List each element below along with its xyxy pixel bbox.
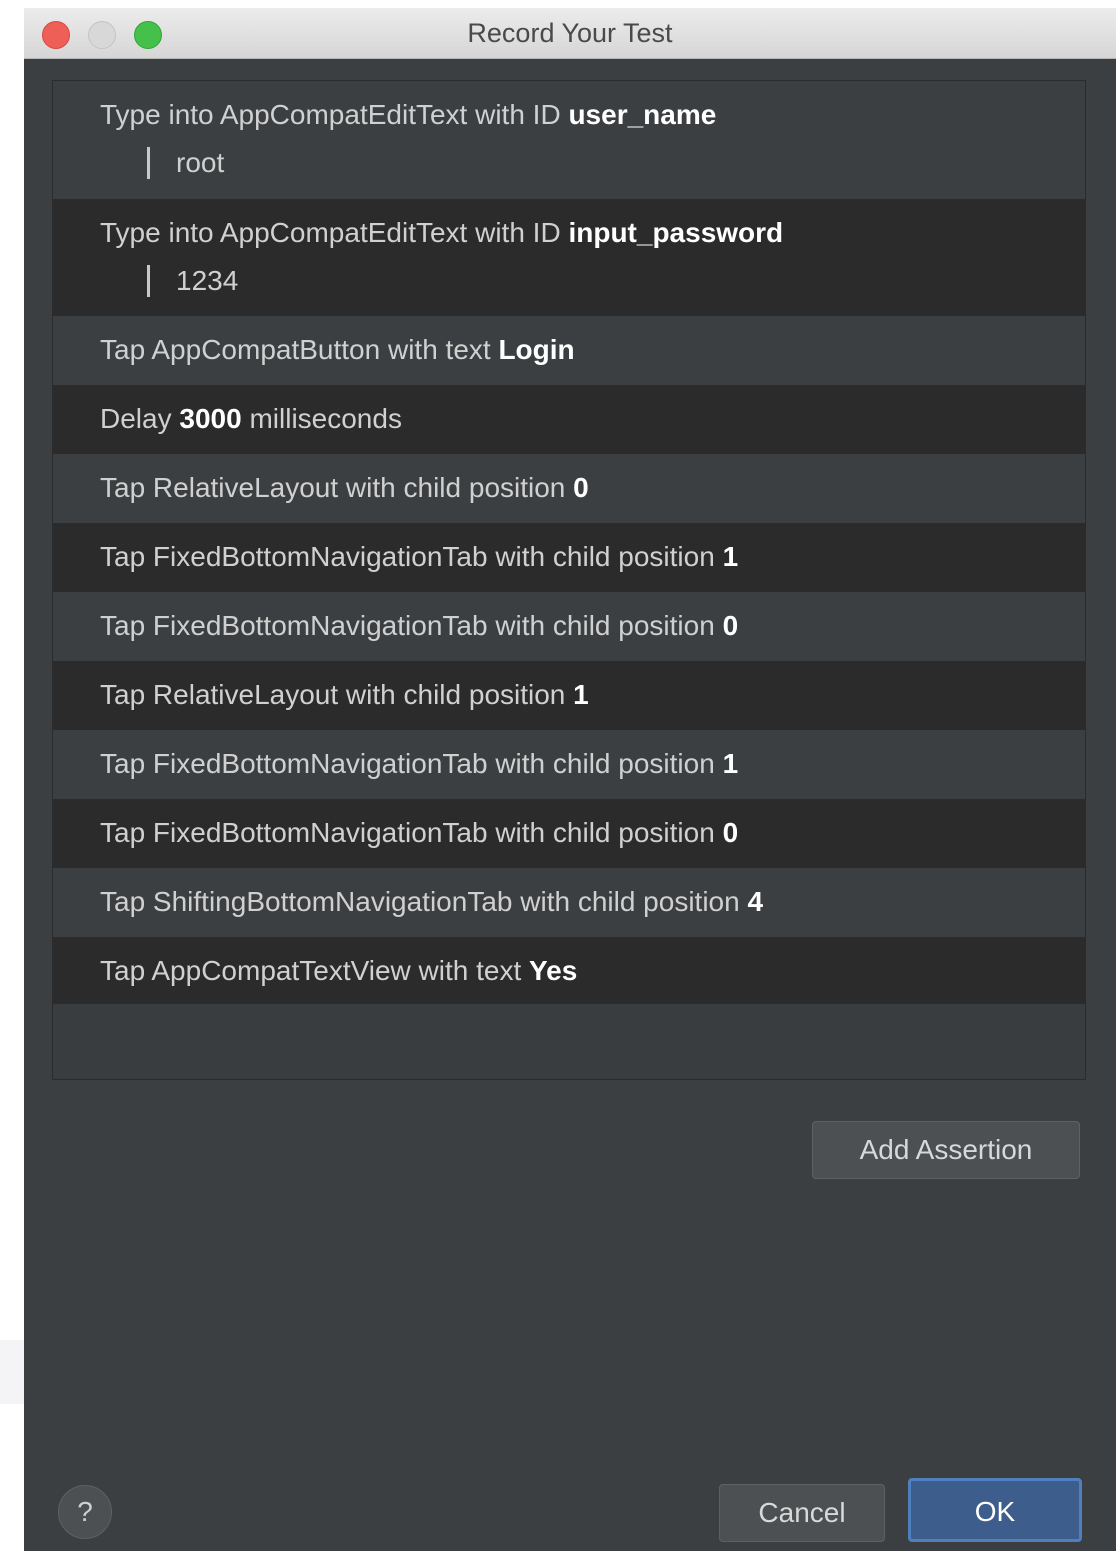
step-text: Tap RelativeLayout with child position 0 <box>100 472 589 503</box>
record-test-dialog: Record Your Test Type into AppCompatEdit… <box>24 8 1116 1551</box>
step-text: Tap RelativeLayout with child position 1 <box>100 679 589 710</box>
step-target: 1 <box>573 679 589 710</box>
step-text: Tap FixedBottomNavigationTab with child … <box>100 748 739 779</box>
dialog-title: Record Your Test <box>467 18 673 48</box>
step-row-tap-fixed-0[interactable]: Tap FixedBottomNavigationTab with child … <box>53 592 1085 661</box>
step-text: Tap ShiftingBottomNavigationTab with chi… <box>100 886 764 917</box>
step-target: 1 <box>722 748 739 779</box>
step-target: 0 <box>722 817 739 848</box>
step-text: Delay 3000 milliseconds <box>100 403 402 434</box>
step-text: Type into AppCompatEditText with ID inpu… <box>100 217 784 248</box>
step-text: Tap AppCompatTextView with text Yes <box>100 955 578 986</box>
help-icon[interactable]: ? <box>58 1485 112 1539</box>
step-text: Tap FixedBottomNavigationTab with child … <box>100 541 739 572</box>
step-input-value: 1234 <box>147 265 238 297</box>
step-text: Tap AppCompatButton with text Login <box>100 334 575 365</box>
step-row-tap-relative-1[interactable]: Tap RelativeLayout with child position 1 <box>53 661 1085 730</box>
step-row-tap-shifting-4[interactable]: Tap ShiftingBottomNavigationTab with chi… <box>53 868 1085 937</box>
step-target: user_name <box>568 99 717 130</box>
step-target: input_password <box>568 217 784 248</box>
step-target: 0 <box>573 472 589 503</box>
step-target: 0 <box>722 610 739 641</box>
step-target: 4 <box>747 886 764 917</box>
step-target: 3000 <box>179 403 242 434</box>
recorded-steps-list[interactable]: Type into AppCompatEditText with ID user… <box>52 80 1086 1080</box>
step-row-tap-fixed-0-b[interactable]: Tap FixedBottomNavigationTab with child … <box>53 799 1085 868</box>
step-row-tap-fixed-1[interactable]: Tap FixedBottomNavigationTab with child … <box>53 523 1085 592</box>
step-text: Tap FixedBottomNavigationTab with child … <box>100 610 739 641</box>
step-text: Type into AppCompatEditText with ID user… <box>100 99 717 130</box>
step-row-tap-yes[interactable]: Tap AppCompatTextView with text Yes <box>53 937 1085 1004</box>
step-row-tap-fixed-1-b[interactable]: Tap FixedBottomNavigationTab with child … <box>53 730 1085 799</box>
step-row-type-password[interactable]: Type into AppCompatEditText with ID inpu… <box>53 199 1085 316</box>
background-strip <box>0 1340 24 1404</box>
step-row-type-user-name[interactable]: Type into AppCompatEditText with ID user… <box>53 81 1085 199</box>
ok-button[interactable]: OK <box>908 1478 1082 1542</box>
step-row-delay[interactable]: Delay 3000 milliseconds <box>53 385 1085 454</box>
step-row-tap-login[interactable]: Tap AppCompatButton with text Login <box>53 316 1085 385</box>
title-bar: Record Your Test <box>24 8 1116 59</box>
cancel-button[interactable]: Cancel <box>719 1484 885 1542</box>
step-row-tap-relative-0[interactable]: Tap RelativeLayout with child position 0 <box>53 454 1085 523</box>
step-target: 1 <box>722 541 739 572</box>
step-text: Tap FixedBottomNavigationTab with child … <box>100 817 739 848</box>
step-target: Yes <box>529 955 578 986</box>
add-assertion-button[interactable]: Add Assertion <box>812 1121 1080 1179</box>
step-target: Login <box>498 334 575 365</box>
step-input-value: root <box>147 147 224 179</box>
